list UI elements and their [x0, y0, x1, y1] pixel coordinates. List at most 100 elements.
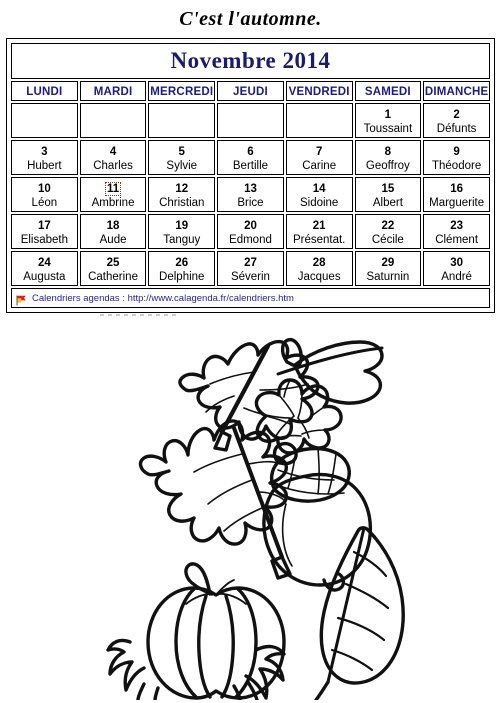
weekday-label: LUNDI [26, 86, 63, 98]
day-number: 11 [81, 181, 146, 196]
day-number: 23 [450, 219, 463, 232]
day-saint-name: Léon [31, 196, 58, 209]
day-cell-empty [79, 103, 147, 138]
day-saint-name: André [441, 270, 472, 283]
day-cell[interactable]: 12 Christian [148, 177, 216, 212]
day-cell[interactable]: 9 Théodore [423, 140, 490, 175]
day-cell[interactable]: 7 Carine [285, 140, 353, 175]
day-saint-name: Théodore [431, 159, 482, 172]
pumpkin-icon [106, 562, 286, 700]
flag-icon [16, 293, 27, 305]
day-number: 5 [178, 145, 185, 158]
day-saint-name: Elisabeth [20, 233, 68, 246]
day-number: 29 [381, 256, 395, 269]
day-cell[interactable]: 27 Séverin [217, 251, 284, 286]
day-cell[interactable]: 5 Sylvie [148, 140, 216, 175]
day-number: 2 [453, 108, 460, 121]
day-number-highlight: 11 [104, 181, 122, 196]
page-title: C'est l'automne. [179, 8, 322, 30]
day-number: 30 [450, 256, 463, 269]
month-title: Novembre 2014 [170, 48, 331, 73]
calendar-week-row: 17 Elisabeth 18 Aude 19 Tanguy 20 Edmond 21 Prése… [11, 214, 490, 249]
day-cell[interactable]: 4 Charles [79, 140, 147, 175]
day-cell[interactable]: 10 Léon [11, 177, 78, 212]
day-cell[interactable]: 3 Hubert [11, 140, 78, 175]
day-saint-name: Jacques [297, 270, 341, 283]
day-cell[interactable]: 21 Présentat. [285, 214, 353, 249]
day-cell[interactable]: 15 Albert [354, 177, 422, 212]
day-saint-name: Clément [435, 233, 479, 246]
day-cell[interactable]: 2 Défunts [423, 103, 490, 138]
calendar-table: Novembre 2014 LUNDI MARDI MERCREDI JEUDI VEN… [9, 41, 492, 310]
day-number: 14 [312, 182, 326, 195]
day-saint-name: Sidoine [299, 196, 339, 209]
day-cell[interactable]: 23 Clément [423, 214, 490, 249]
day-saint-name: Augusta [23, 270, 66, 283]
day-cell[interactable]: 6 Bertille [217, 140, 284, 175]
weekday-label: VENDREDI [288, 86, 350, 98]
day-cell[interactable]: 13 Brice [217, 177, 284, 212]
day-saint-name: Séverin [230, 270, 270, 283]
day-number: 17 [37, 219, 51, 232]
day-number: 9 [453, 145, 460, 158]
day-number: 4 [109, 145, 117, 158]
day-saint-name: Marguerite [429, 196, 485, 209]
day-number: 28 [312, 256, 326, 269]
day-number: 27 [244, 256, 257, 269]
day-number: 15 [381, 182, 395, 195]
day-cell[interactable]: 29 Saturnin [354, 251, 422, 286]
day-cell[interactable]: 19 Tanguy [148, 214, 216, 249]
day-saint-name: Cécile [371, 233, 404, 246]
day-cell[interactable]: 24 Augusta [11, 251, 78, 286]
day-cell[interactable]: 22 Cécile [354, 214, 422, 249]
day-cell[interactable]: 1 Toussaint [354, 103, 422, 138]
day-number: 20 [244, 219, 257, 232]
day-saint-name: Saturnin [366, 270, 410, 283]
day-saint-name: Sylvie [166, 159, 198, 172]
weekday-header-lundi: LUNDI [11, 81, 78, 101]
day-number: 7 [315, 145, 323, 158]
day-cell[interactable]: 26 Delphine [148, 251, 216, 286]
weekday-header-mercredi: MERCREDI [148, 81, 216, 101]
weekday-header-vendredi: VENDREDI [285, 81, 353, 101]
day-number: 1 [384, 108, 392, 121]
day-cell[interactable]: 16 Marguerite [423, 177, 490, 212]
day-saint-name: Hubert [27, 159, 62, 172]
day-saint-name: Défunts [436, 122, 477, 135]
day-number: 26 [175, 256, 189, 269]
day-cell[interactable]: 25 Catherine [79, 251, 147, 286]
month-title-cell: Novembre 2014 [11, 43, 490, 79]
day-cell[interactable]: 8 Geoffroy [354, 140, 422, 175]
weekday-label: JEUDI [233, 86, 268, 98]
day-cell[interactable]: 20 Edmond [217, 214, 284, 249]
footer-cell: Calendriers agendas : http://www.calagen… [11, 288, 490, 308]
day-saint-name: Ambrine [91, 196, 135, 209]
weekday-header-samedi: SAMEDI [354, 81, 422, 101]
day-number: 12 [175, 182, 189, 195]
weekday-header-dimanche: DIMANCHE [423, 81, 490, 101]
day-cell[interactable]: 18 Aude [79, 214, 147, 249]
calendar-week-row: 10 Léon 11 Ambrine 12 Christian 13 Brice 14 Sidoi… [11, 177, 490, 212]
day-number: 3 [41, 145, 48, 158]
day-cell-empty [11, 103, 78, 138]
day-cell[interactable]: 28 Jacques [285, 251, 353, 286]
day-saint-name: Edmond [229, 233, 272, 246]
calagenda-link[interactable]: Calendriers agendas : http://www.calagen… [32, 293, 294, 304]
day-cell[interactable]: 14 Sidoine [285, 177, 353, 212]
day-cell-empty [148, 103, 216, 138]
weekday-label: MARDI [93, 86, 133, 98]
calendar-frame: Novembre 2014 LUNDI MARDI MERCREDI JEUDI VEN… [6, 38, 495, 313]
day-number: 22 [381, 219, 395, 232]
day-cell[interactable]: 17 Elisabeth [11, 214, 78, 249]
day-saint-name: Carine [302, 159, 337, 172]
weekday-header-mardi: MARDI [79, 81, 147, 101]
day-cell[interactable]: 30 André [423, 251, 490, 286]
day-saint-name: Brice [237, 196, 264, 209]
day-cell[interactable]: 11 Ambrine [79, 177, 147, 212]
day-saint-name: Albert [372, 196, 403, 209]
day-number: 16 [450, 182, 463, 195]
calendar-footer-row: Calendriers agendas : http://www.calagen… [11, 288, 490, 308]
day-number: 18 [106, 219, 120, 232]
weekday-label: SAMEDI [364, 86, 411, 98]
calendar-week-row: 1 Toussaint 2 Défunts [11, 103, 490, 138]
